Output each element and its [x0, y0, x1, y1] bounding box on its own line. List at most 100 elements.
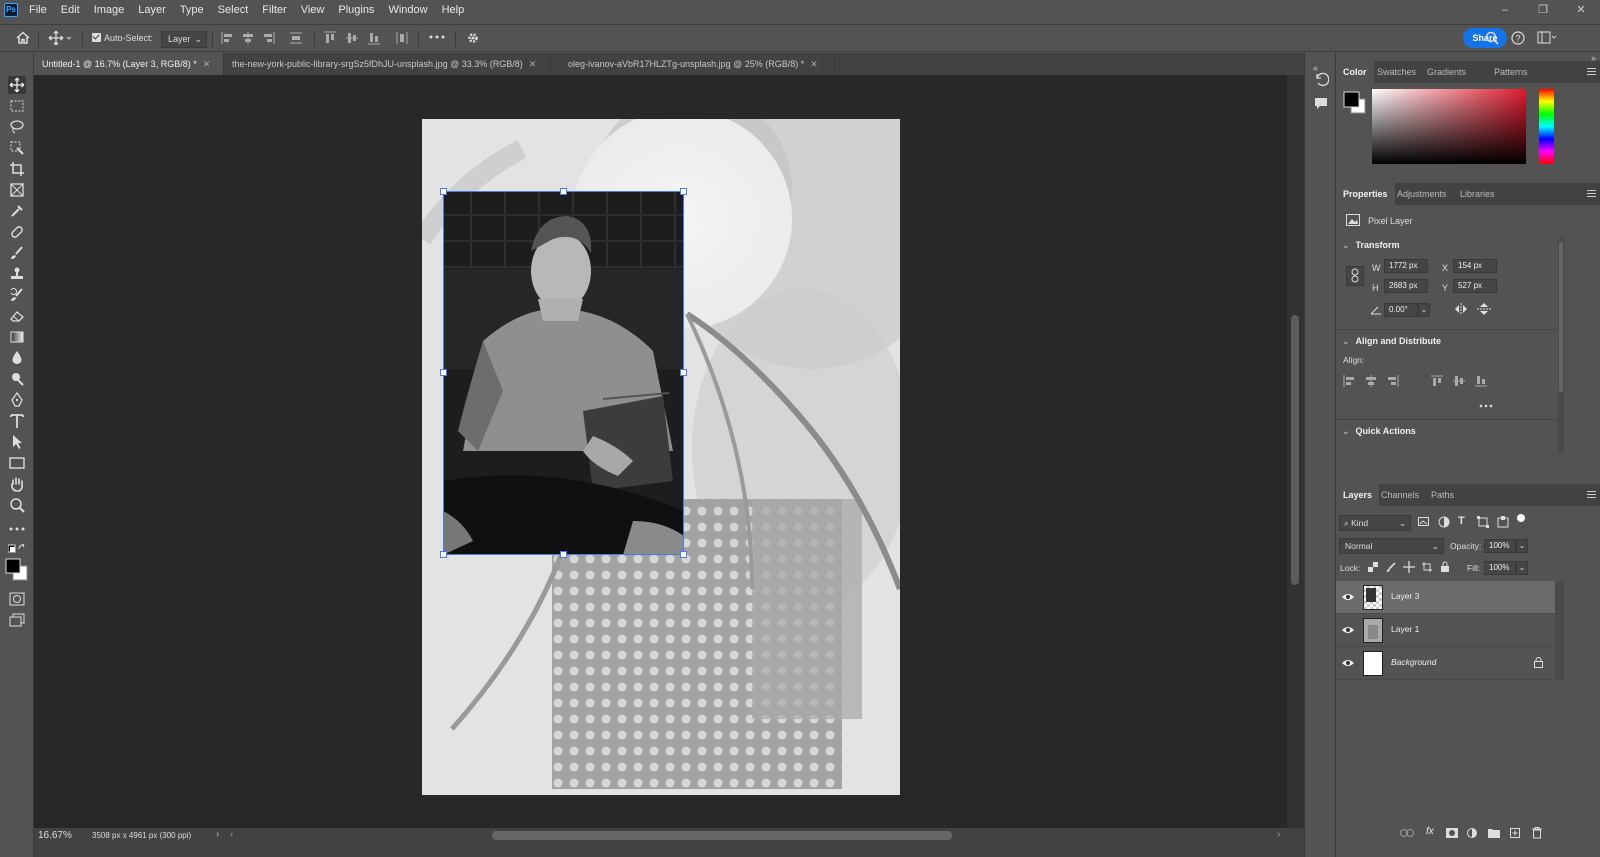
menu-filter[interactable]: Filter — [255, 0, 293, 20]
menu-help[interactable]: Help — [435, 0, 472, 20]
add-mask-icon[interactable] — [1446, 828, 1458, 838]
auto-select-checkbox[interactable]: Auto-Select: — [92, 33, 153, 43]
more-options-icon[interactable] — [429, 34, 445, 40]
visibility-eye-icon[interactable] — [1342, 592, 1354, 602]
properties-scrollbar[interactable] — [1558, 238, 1564, 453]
menu-window[interactable]: Window — [381, 0, 434, 20]
tab-color[interactable]: Color — [1336, 61, 1374, 83]
lock-image-pixels-icon[interactable] — [1386, 562, 1396, 572]
close-tab-icon[interactable]: ✕ — [810, 59, 818, 69]
align-vertical-centers-icon[interactable] — [345, 30, 359, 46]
lock-position-icon[interactable] — [1403, 561, 1415, 573]
hue-slider[interactable] — [1539, 89, 1554, 164]
frame-tool-icon[interactable] — [8, 181, 26, 199]
layers-scrollbar[interactable] — [1555, 581, 1564, 680]
history-brush-tool-icon[interactable] — [8, 286, 26, 304]
canvas-workspace[interactable] — [34, 75, 1287, 828]
auto-select-target-dropdown[interactable]: Layer ⌄ — [161, 31, 207, 48]
align-top-icon[interactable] — [1430, 375, 1444, 387]
height-field[interactable]: 2683 px — [1384, 279, 1428, 293]
delete-layer-trash-icon[interactable] — [1532, 827, 1542, 839]
align-right-icon[interactable] — [1386, 375, 1400, 387]
transform-handle[interactable] — [440, 188, 447, 195]
tab-libraries[interactable]: Libraries — [1453, 183, 1502, 205]
tab-gradients[interactable]: Gradients — [1420, 61, 1473, 83]
layer-filter-kind-dropdown[interactable]: ⌕ Kind ⌄ — [1339, 515, 1411, 531]
hand-tool-icon[interactable] — [8, 475, 26, 493]
menu-file[interactable]: File — [22, 0, 54, 20]
tab-nypl-image[interactable]: the-new-york-public-library-srgSz5fDhJU-… — [224, 53, 551, 75]
align-bottom-edges-icon[interactable] — [367, 30, 381, 46]
link-dimensions-icon[interactable] — [1346, 266, 1364, 286]
home-icon[interactable] — [14, 29, 32, 47]
scrollbar-thumb[interactable] — [1559, 242, 1563, 392]
color-swatch-fg-bg[interactable] — [1343, 91, 1369, 117]
close-tab-icon[interactable]: ✕ — [529, 59, 537, 69]
blend-mode-dropdown[interactable]: Normal ⌄ — [1339, 538, 1444, 554]
filter-adjustment-icon[interactable] — [1438, 516, 1450, 528]
filter-pixel-icon[interactable] — [1418, 517, 1430, 527]
align-top-edges-icon[interactable] — [323, 30, 337, 46]
transform-handle[interactable] — [440, 551, 447, 558]
history-panel-icon[interactable] — [1313, 71, 1329, 87]
crop-tool-icon[interactable] — [8, 160, 26, 178]
foreground-background-color-icon[interactable] — [4, 557, 30, 583]
layer-row-layer-3[interactable]: Layer 3 — [1336, 581, 1555, 614]
width-field[interactable]: 1772 px — [1384, 259, 1428, 273]
menu-edit[interactable]: Edit — [54, 0, 87, 20]
dodge-tool-icon[interactable] — [8, 370, 26, 388]
tab-patterns[interactable]: Patterns — [1487, 61, 1535, 83]
more-align-options-icon[interactable] — [1479, 404, 1493, 408]
new-group-folder-icon[interactable] — [1488, 828, 1500, 838]
move-tool-icon[interactable] — [48, 30, 72, 46]
fill-dropdown-icon[interactable]: ⌄ — [1516, 561, 1528, 575]
lock-icon[interactable] — [1534, 657, 1543, 668]
blur-tool-icon[interactable] — [8, 349, 26, 367]
flip-horizontal-icon[interactable] — [1454, 303, 1468, 315]
lock-all-icon[interactable] — [1440, 561, 1450, 573]
workspace-switcher-icon[interactable] — [1537, 31, 1557, 45]
layer-name[interactable]: Layer 1 — [1391, 624, 1419, 634]
link-layers-icon[interactable] — [1400, 829, 1414, 837]
align-horizontal-centers-icon[interactable] — [241, 30, 255, 46]
chevron-right-icon[interactable]: › — [216, 829, 219, 840]
opacity-field[interactable]: 100% — [1484, 539, 1516, 553]
path-selection-tool-icon[interactable] — [8, 433, 26, 451]
menu-plugins[interactable]: Plugins — [331, 0, 381, 20]
object-selection-tool-icon[interactable] — [8, 139, 26, 157]
x-position-field[interactable]: 154 px — [1453, 259, 1497, 273]
layer-name[interactable]: Layer 3 — [1391, 591, 1419, 601]
tab-oleg-ivanov-image[interactable]: oleg-ivanov-aVbR17HLZTg-unsplash.jpg @ 2… — [560, 53, 835, 75]
minimize-button[interactable]: – — [1486, 1, 1524, 19]
transform-handle[interactable] — [560, 188, 567, 195]
flip-vertical-icon[interactable] — [1477, 303, 1491, 315]
color-picker-field[interactable] — [1372, 89, 1526, 164]
zoom-tool-icon[interactable] — [8, 496, 26, 514]
quick-actions-section-header[interactable]: Quick Actions — [1342, 426, 1416, 437]
scrollbar-thumb[interactable] — [1291, 315, 1299, 585]
tab-swatches[interactable]: Swatches — [1370, 61, 1423, 83]
distribute-vertical-icon[interactable] — [289, 30, 303, 46]
align-center-icon[interactable] — [1364, 375, 1378, 387]
panel-menu-icon[interactable] — [1587, 68, 1596, 75]
swap-colors-icon[interactable] — [8, 543, 26, 555]
align-middle-icon[interactable] — [1452, 375, 1466, 387]
new-layer-icon[interactable] — [1510, 828, 1520, 838]
comments-panel-icon[interactable] — [1313, 95, 1329, 111]
settings-gear-icon[interactable] — [465, 30, 481, 46]
layer-style-fx-icon[interactable]: fx — [1426, 826, 1434, 837]
scroll-left-icon[interactable]: ‹ — [230, 829, 233, 840]
transform-section-header[interactable]: Transform — [1342, 240, 1400, 251]
opacity-dropdown-icon[interactable]: ⌄ — [1516, 539, 1528, 553]
menu-select[interactable]: Select — [211, 0, 256, 20]
restore-button[interactable]: ❐ — [1524, 1, 1562, 19]
transform-handle[interactable] — [680, 188, 687, 195]
align-left-edges-icon[interactable] — [220, 30, 234, 46]
search-icon[interactable] — [1485, 31, 1499, 45]
healing-brush-tool-icon[interactable] — [8, 223, 26, 241]
panel-menu-icon[interactable] — [1587, 491, 1596, 498]
align-bottom-icon[interactable] — [1474, 375, 1488, 387]
menu-view[interactable]: View — [294, 0, 332, 20]
transform-handle[interactable] — [440, 369, 447, 376]
align-right-edges-icon[interactable] — [262, 30, 276, 46]
